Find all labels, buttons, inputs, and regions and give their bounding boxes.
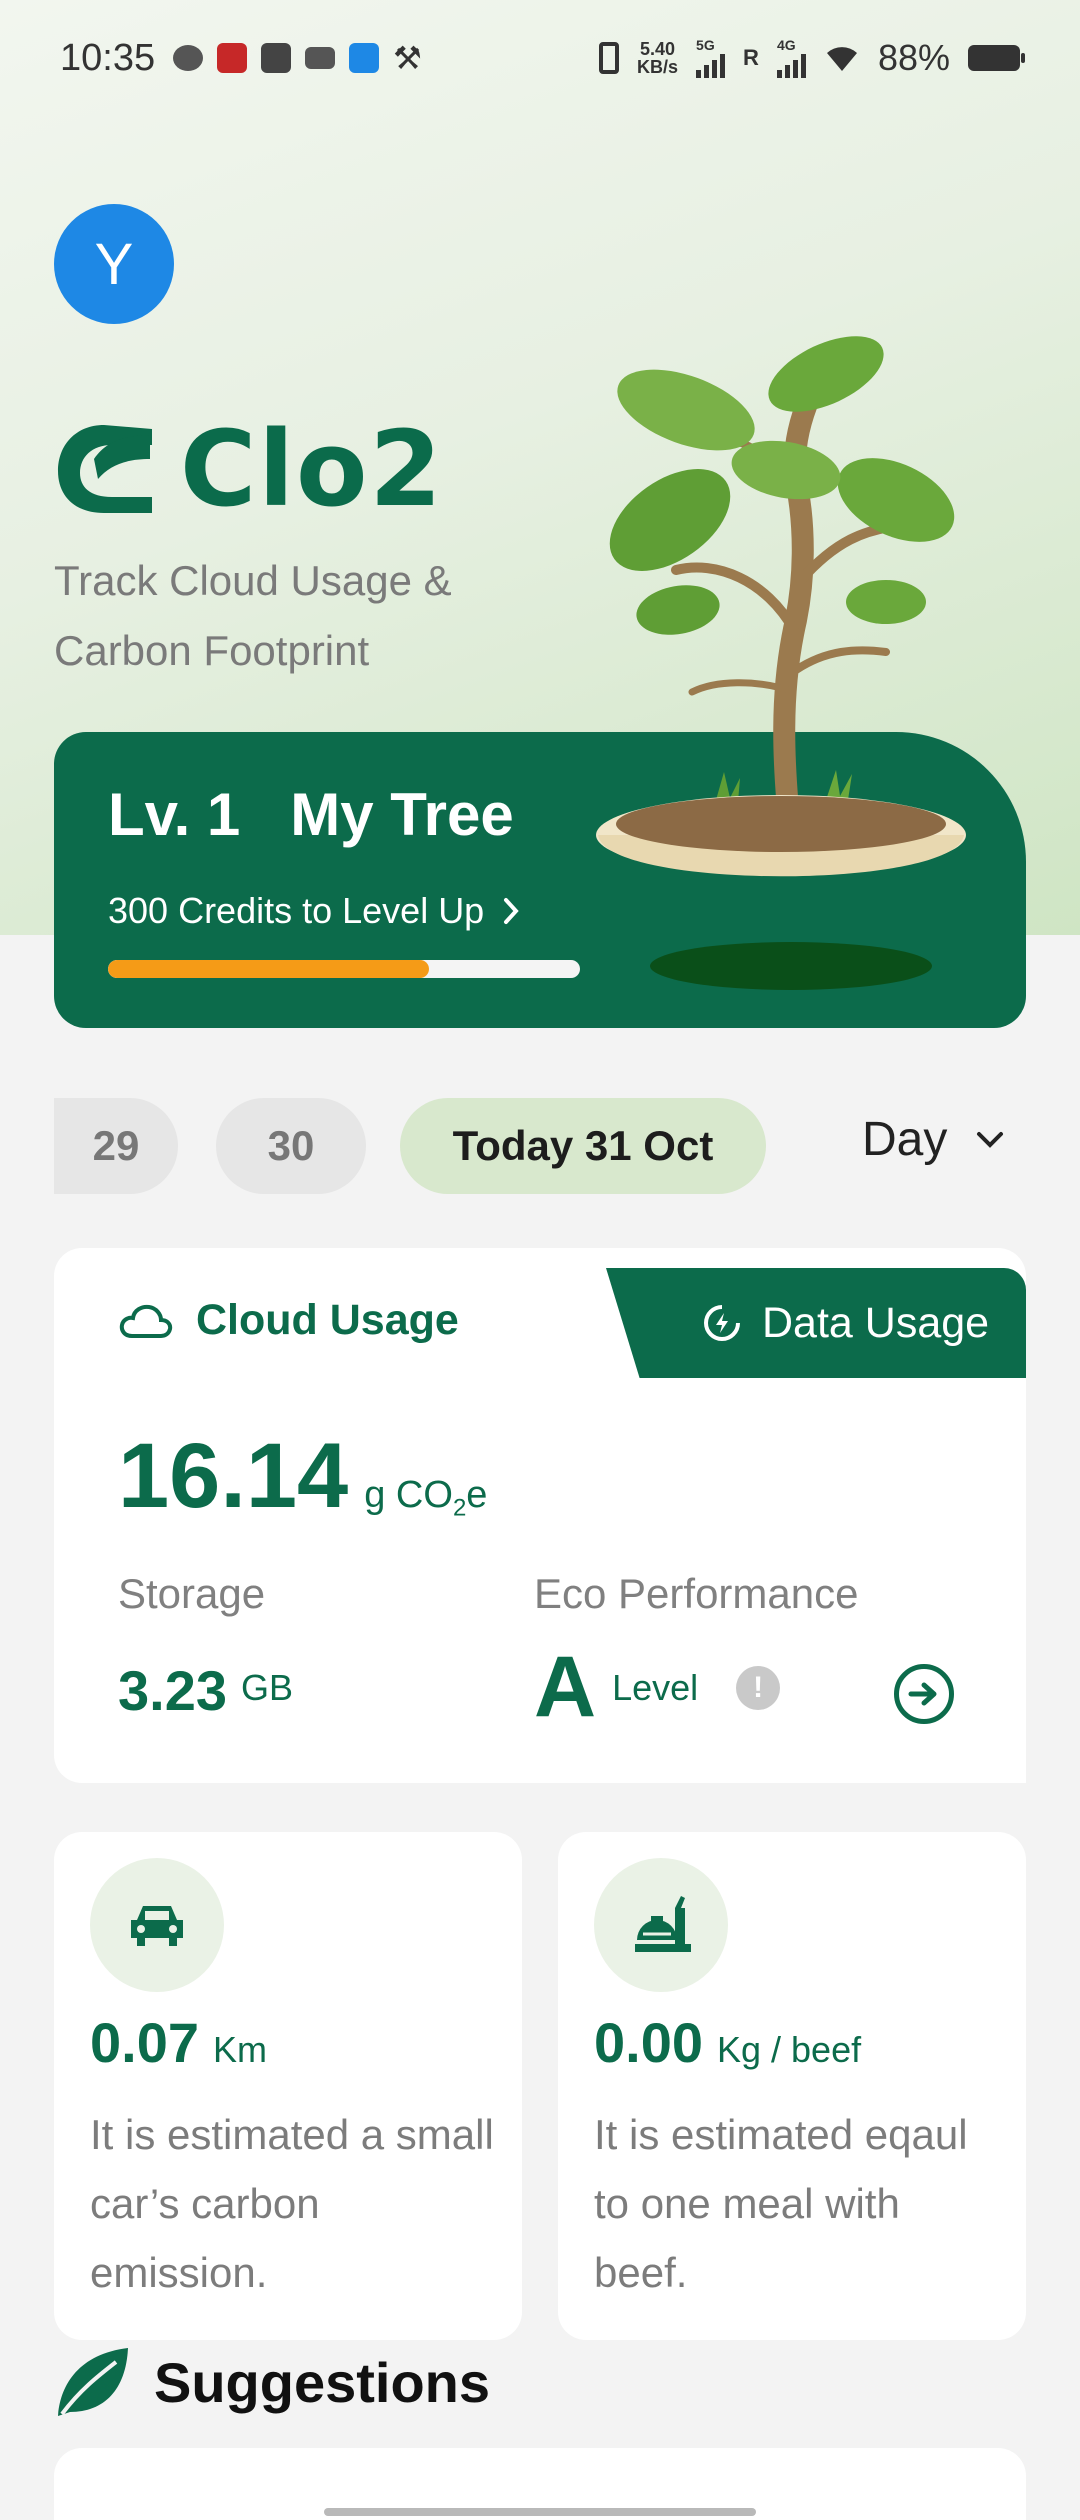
- pot-shadow: [650, 942, 932, 990]
- co2-unit: g CO2e: [364, 1474, 487, 1523]
- level-progress-fill: [108, 960, 429, 978]
- meal-icon: [635, 1896, 691, 1952]
- date-chip-today[interactable]: Today 31 Oct: [400, 1098, 766, 1194]
- battery-icon: [968, 45, 1025, 71]
- co2-value: 16.14: [118, 1425, 349, 1527]
- bank-app-icon: [217, 43, 248, 73]
- signal-5g-label: 5G: [696, 37, 715, 53]
- signal-4g-label: 4G: [776, 37, 796, 53]
- storage-amount: 3.23: [118, 1659, 227, 1722]
- beef-amount-unit: Kg / beef: [717, 2029, 862, 2070]
- car-equivalent-value: 0.07 Km: [90, 2010, 267, 2075]
- eco-performance-value: A Level !: [534, 1638, 781, 1737]
- brand-logo: Clo2: [54, 408, 444, 530]
- status-time: 10:35: [60, 36, 156, 79]
- car-distance: 0.07: [90, 2011, 199, 2074]
- tools-icon: ⚒: [393, 40, 422, 76]
- co2-unit-subscript: 2: [452, 1494, 467, 1522]
- meal-equivalent-card: 0.00 Kg / beef It is estimated eqaul to …: [558, 1832, 1026, 2340]
- meal-icon-badge: [594, 1858, 728, 1992]
- meal-equivalent-description: It is estimated eqaul to one meal with b…: [594, 2111, 968, 2296]
- brand-name: Clo2: [180, 408, 444, 530]
- date-label: 29: [92, 1122, 140, 1169]
- car-equivalent-description: It is estimated a small car’s carbon emi…: [90, 2111, 494, 2296]
- level-progress-bar: [108, 960, 580, 978]
- meal-equivalent-value: 0.00 Kg / beef: [594, 2010, 861, 2075]
- co2-unit-suffix: e: [466, 1474, 488, 1516]
- net-speed-unit: KB/s: [637, 57, 679, 77]
- date-label: 30: [267, 1122, 315, 1169]
- level-number: Lv. 1: [108, 781, 241, 848]
- range-select[interactable]: Day: [862, 1112, 1005, 1167]
- leaf-icon: [58, 2348, 128, 2416]
- wechat-icon: [173, 45, 204, 71]
- date-label: Today 31 Oct: [452, 1122, 714, 1169]
- tagline: Track Cloud Usage & Carbon Footprint: [54, 557, 452, 674]
- cloud-icon: [119, 1304, 173, 1338]
- suggestions-header: Suggestions: [54, 2346, 490, 2418]
- storage-value: 3.23 GB: [118, 1658, 293, 1723]
- tab-data-usage-label: Data Usage: [762, 1298, 990, 1347]
- chevron-right-icon: [504, 898, 519, 924]
- car-icon: [131, 1906, 183, 1946]
- network-speed: 5.40 KB/s: [637, 40, 678, 76]
- co2-unit-prefix: g CO: [364, 1474, 453, 1516]
- status-bar: 10:35 ⚒ 5.40 KB/s 5G R 4G 88%: [0, 0, 1080, 116]
- wifi-icon: [826, 47, 857, 71]
- tab-cloud-usage-label: Cloud Usage: [196, 1296, 459, 1344]
- info-icon[interactable]: !: [736, 1665, 781, 1710]
- signal-4g: 4G: [776, 37, 806, 78]
- logo-mark-icon: [58, 425, 152, 513]
- roaming-indicator: R: [743, 45, 759, 70]
- home-indicator[interactable]: [324, 2508, 756, 2516]
- date-chip-29[interactable]: 29: [54, 1098, 178, 1194]
- system-status: 5.40 KB/s 5G R 4G 88%: [599, 37, 1025, 79]
- credits-to-level-up: 300 Credits to Level Up: [108, 890, 485, 931]
- signal-bars-icon: [696, 52, 726, 78]
- car-distance-unit: Km: [213, 2029, 267, 2070]
- level-title: Lv. 1 My Tree: [108, 780, 514, 849]
- storage-label: Storage: [118, 1570, 266, 1617]
- battery-percent: 88%: [877, 37, 950, 78]
- usage-card: Cloud Usage Data Usage 16.14 g CO2e Stor…: [54, 1248, 1026, 1783]
- shopping-bag-icon: [261, 43, 292, 73]
- mail-icon: [305, 47, 336, 69]
- signal-bars-icon: [776, 52, 806, 78]
- suggestions-title: Suggestions: [154, 2350, 491, 2414]
- net-speed-value: 5.40: [640, 39, 676, 59]
- car-icon-badge: [90, 1858, 224, 1992]
- car-equivalent-card: 0.07 Km It is estimated a small car’s ca…: [54, 1832, 522, 2340]
- date-chip-30[interactable]: 30: [216, 1098, 366, 1194]
- signal-5g: 5G: [696, 37, 726, 78]
- range-select-value: Day: [862, 1113, 948, 1166]
- zhihu-icon: [349, 43, 380, 73]
- beef-amount: 0.00: [594, 2011, 703, 2074]
- chevron-down-icon: [977, 1131, 1004, 1148]
- eco-performance-label: Eco Performance: [534, 1570, 859, 1617]
- eco-level-label: Level: [612, 1666, 699, 1708]
- notification-icons: ⚒: [173, 39, 422, 77]
- usage-details-button[interactable]: [894, 1664, 954, 1724]
- avatar-letter: Y: [94, 231, 134, 297]
- tree-name: My Tree: [290, 781, 514, 848]
- tree-illustration: [596, 336, 966, 877]
- vibrate-icon: [599, 42, 620, 74]
- tab-cloud-usage[interactable]: Cloud Usage: [118, 1296, 459, 1345]
- eco-data-icon: [704, 1305, 740, 1341]
- tab-data-usage[interactable]: Data Usage: [606, 1268, 1026, 1378]
- avatar[interactable]: Y: [54, 204, 174, 324]
- level-up-link[interactable]: 300 Credits to Level Up: [108, 890, 522, 932]
- eco-grade: A: [534, 1639, 597, 1735]
- arrow-right-icon: [908, 1682, 937, 1706]
- storage-unit: GB: [241, 1667, 294, 1708]
- co2-emission: 16.14 g CO2e: [118, 1424, 487, 1529]
